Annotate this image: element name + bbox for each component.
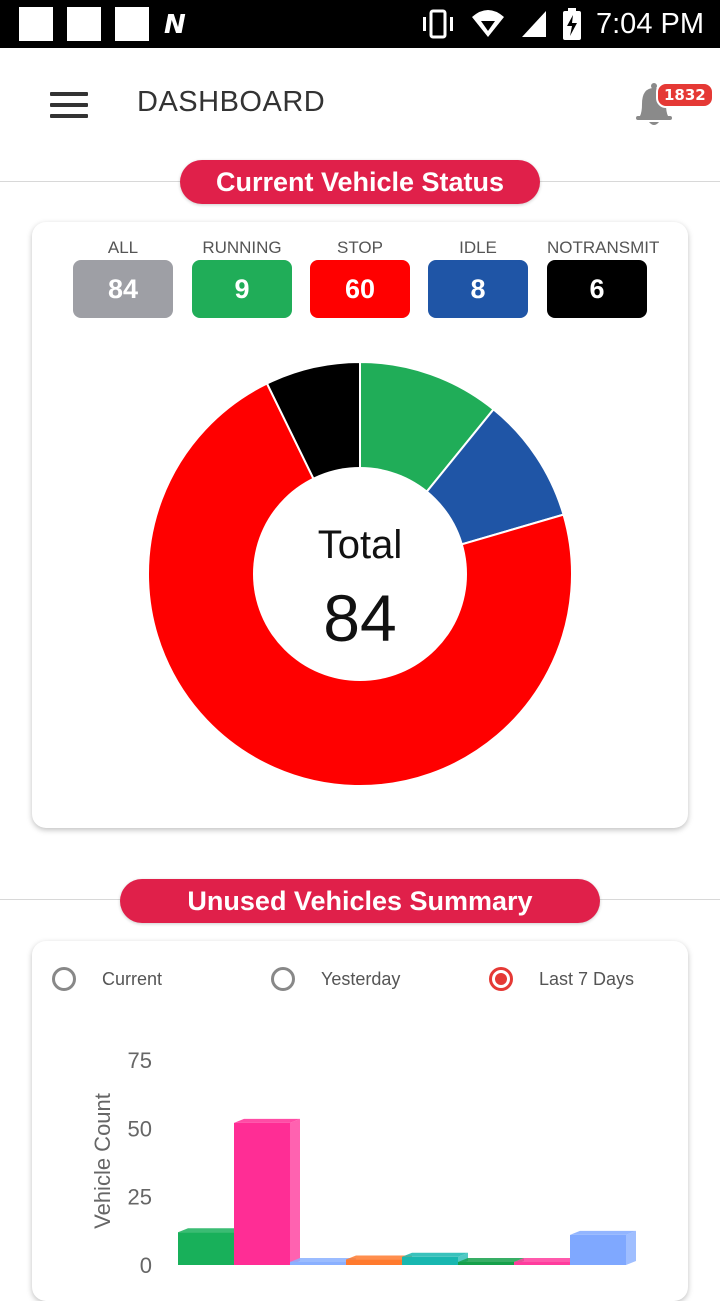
donut-slice-stop bbox=[147, 382, 573, 787]
status-counter-label: IDLE bbox=[459, 238, 497, 257]
status-counter-stop[interactable]: STOP 60 bbox=[310, 236, 410, 318]
vehicle-status-card: ALL 84 RUNNING 9 STOP 60 IDLE 8 NOTRANSMIT 6 Tota… bbox=[32, 222, 688, 828]
status-counter-value[interactable]: 8 bbox=[428, 260, 528, 318]
notification-square-icon bbox=[19, 7, 53, 41]
section-heading-vehicle-status: Current Vehicle Status bbox=[180, 160, 540, 204]
status-counter-value[interactable]: 9 bbox=[192, 260, 292, 318]
clock: 7:04 PM bbox=[596, 7, 704, 40]
status-counter-value[interactable]: 84 bbox=[73, 260, 173, 318]
donut-center-value: 84 bbox=[323, 581, 396, 655]
page-title: DASHBOARD bbox=[137, 86, 326, 118]
status-counter-value[interactable]: 6 bbox=[547, 260, 647, 318]
y-tick-label: 50 bbox=[128, 1116, 152, 1141]
status-counter-idle[interactable]: IDLE 8 bbox=[428, 236, 528, 318]
bar bbox=[234, 1118, 300, 1265]
status-counter-label: ALL bbox=[107, 238, 139, 257]
y-tick-label: 25 bbox=[128, 1185, 152, 1210]
status-counter-running[interactable]: RUNNING 9 bbox=[192, 236, 292, 318]
donut-slice-notransmit bbox=[265, 360, 361, 575]
y-tick-label: 75 bbox=[128, 1048, 152, 1073]
status-counter-value[interactable]: 60 bbox=[310, 260, 410, 318]
menu-icon[interactable] bbox=[50, 92, 88, 118]
status-counter-notransmit[interactable]: NOTRANSMIT 6 bbox=[547, 236, 660, 318]
notification-square-icon bbox=[115, 7, 149, 41]
unused-summary-card: Current Yesterday Last 7 Days Vehicle Co… bbox=[32, 941, 688, 1301]
donut-slice-idle bbox=[357, 407, 565, 576]
wifi-icon bbox=[472, 10, 504, 37]
status-counter-label: NOTRANSMIT bbox=[547, 238, 660, 257]
notification-square-icon bbox=[67, 7, 101, 41]
n-logo-icon: N bbox=[164, 10, 186, 40]
status-counter-label: RUNNING bbox=[202, 238, 282, 257]
y-axis-label: Vehicle Count bbox=[90, 1093, 115, 1229]
status-counter-label: STOP bbox=[337, 238, 383, 257]
signal-icon bbox=[522, 11, 546, 37]
y-tick-label: 0 bbox=[140, 1253, 152, 1278]
status-icons: 7:04 PM bbox=[420, 6, 704, 42]
donut-hole bbox=[253, 467, 467, 681]
status-counter-all[interactable]: ALL 84 bbox=[73, 236, 173, 318]
vibrate-icon bbox=[423, 9, 453, 39]
unused-vehicles-bar-chart: Vehicle Count 0 25 50 75 bbox=[90, 1048, 636, 1278]
notification-badge: 1832 bbox=[656, 82, 714, 108]
app-bar: DASHBOARD 1832 bbox=[0, 48, 720, 160]
section-heading-unused-summary: Unused Vehicles Summary bbox=[120, 879, 600, 923]
donut-slice-running bbox=[359, 360, 495, 577]
battery-charging-icon bbox=[563, 8, 581, 40]
bar bbox=[570, 1230, 636, 1265]
status-bar: N 7:04 PM bbox=[0, 0, 720, 48]
donut-center-label: Total bbox=[318, 523, 403, 567]
